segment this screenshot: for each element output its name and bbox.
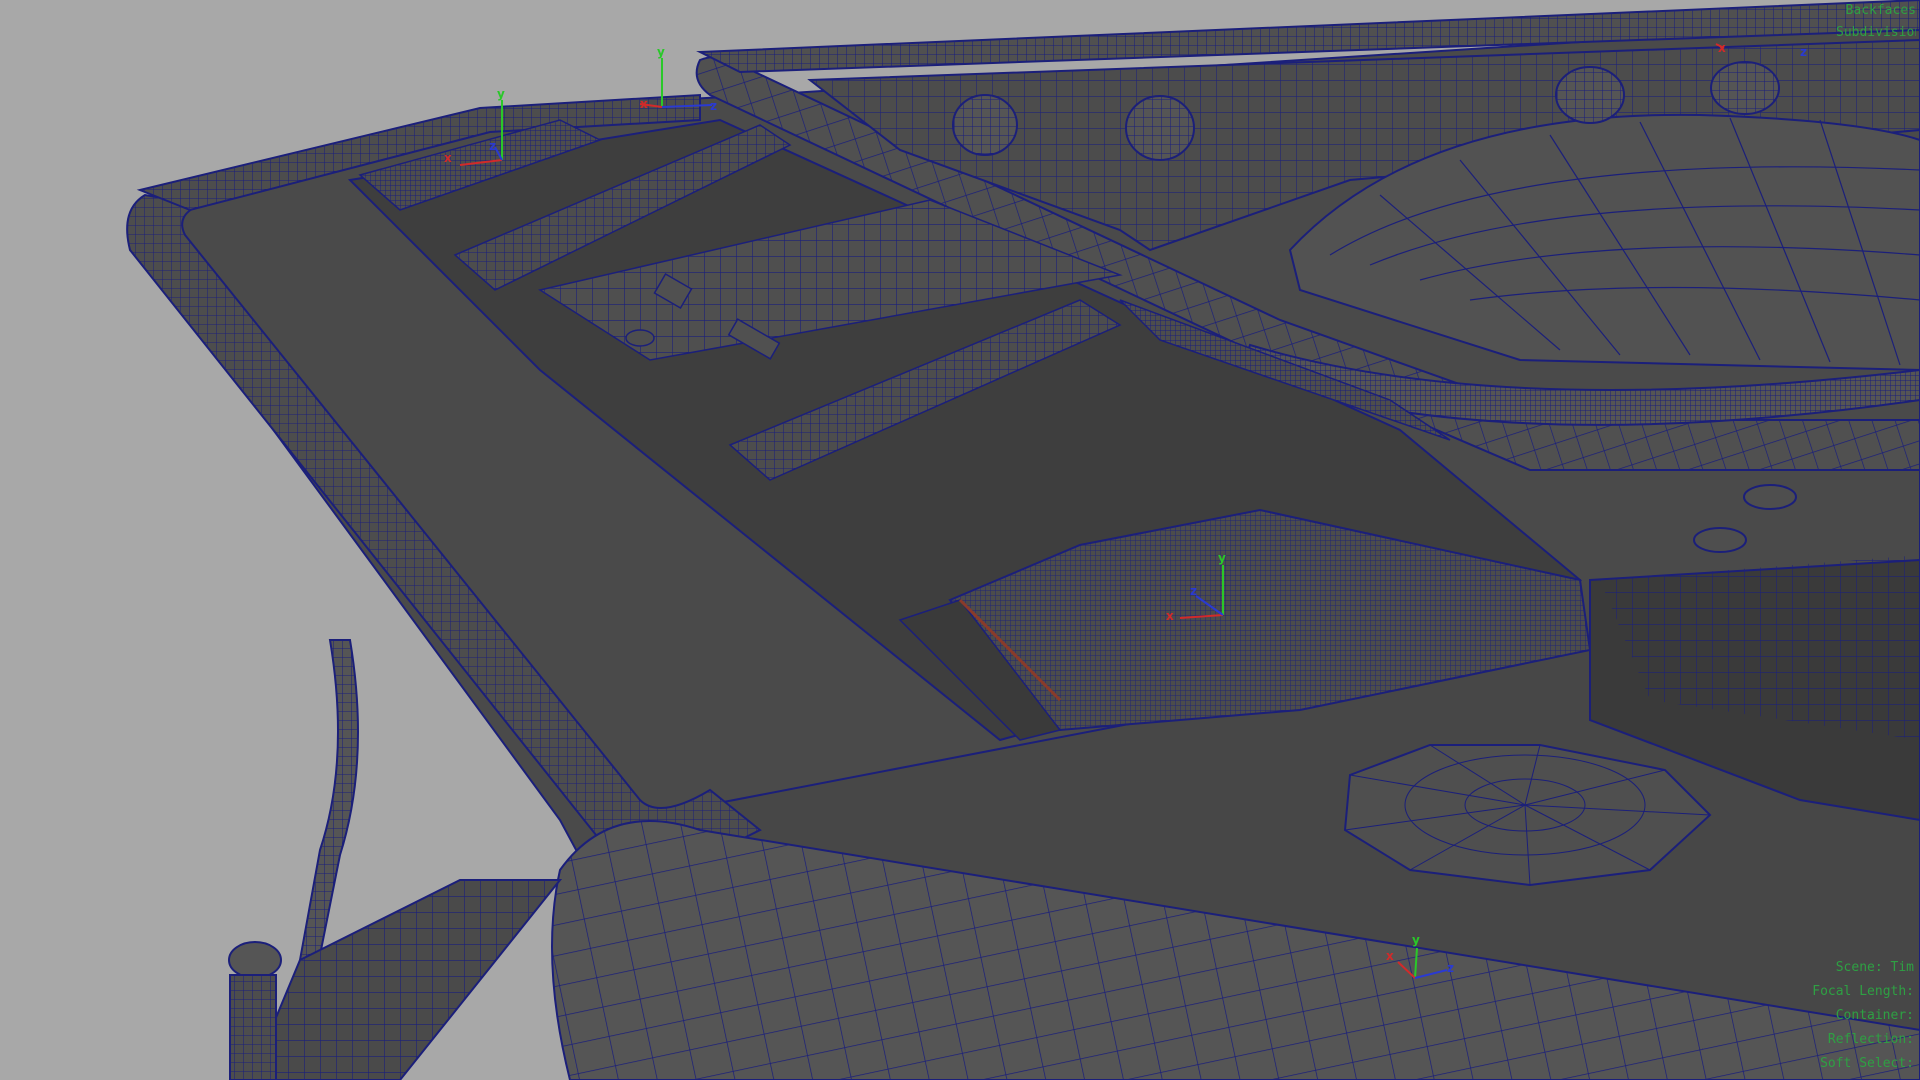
svg-text:y: y	[1412, 933, 1420, 947]
hud-reflection: Reflection:	[1827, 1032, 1914, 1047]
svg-text:y: y	[1218, 551, 1226, 565]
svg-text:z: z	[1190, 584, 1197, 598]
svg-text:y: y	[657, 45, 665, 59]
viewport-hud-bottom: Scene: Tim Focal Length: Container: Refl…	[1684, 956, 1920, 1076]
viewport-hud-top: Backfaces Subdivision	[1836, 0, 1920, 44]
axis-x-label: x	[444, 151, 452, 165]
hud-focal-length: Focal Length:	[1812, 984, 1914, 999]
svg-text:x: x	[1386, 949, 1394, 963]
svg-text:x: x	[640, 97, 648, 111]
hud-container: Container:	[1835, 1008, 1914, 1023]
3d-viewport[interactable]: y x z y x z y x z y x z x z	[0, 0, 1920, 1080]
svg-text:z: z	[710, 99, 717, 113]
vent-2	[1693, 527, 1747, 553]
vent-3	[625, 329, 655, 347]
hud-backfaces: Backfaces	[1845, 3, 1916, 18]
hud-soft-select: Soft Select:	[1820, 1056, 1914, 1071]
svg-text:z: z	[1800, 45, 1807, 59]
axis-z-label: z	[489, 139, 496, 153]
hud-scene: Scene: Tim	[1835, 960, 1914, 975]
hud-subdivision: Subdivision	[1836, 25, 1916, 40]
axis-y-label: y	[497, 87, 505, 101]
vent-1	[1743, 484, 1797, 510]
svg-text:x: x	[1166, 609, 1174, 623]
svg-text:z: z	[1447, 961, 1454, 975]
svg-text:x: x	[1718, 41, 1726, 55]
side-knob	[228, 941, 282, 979]
